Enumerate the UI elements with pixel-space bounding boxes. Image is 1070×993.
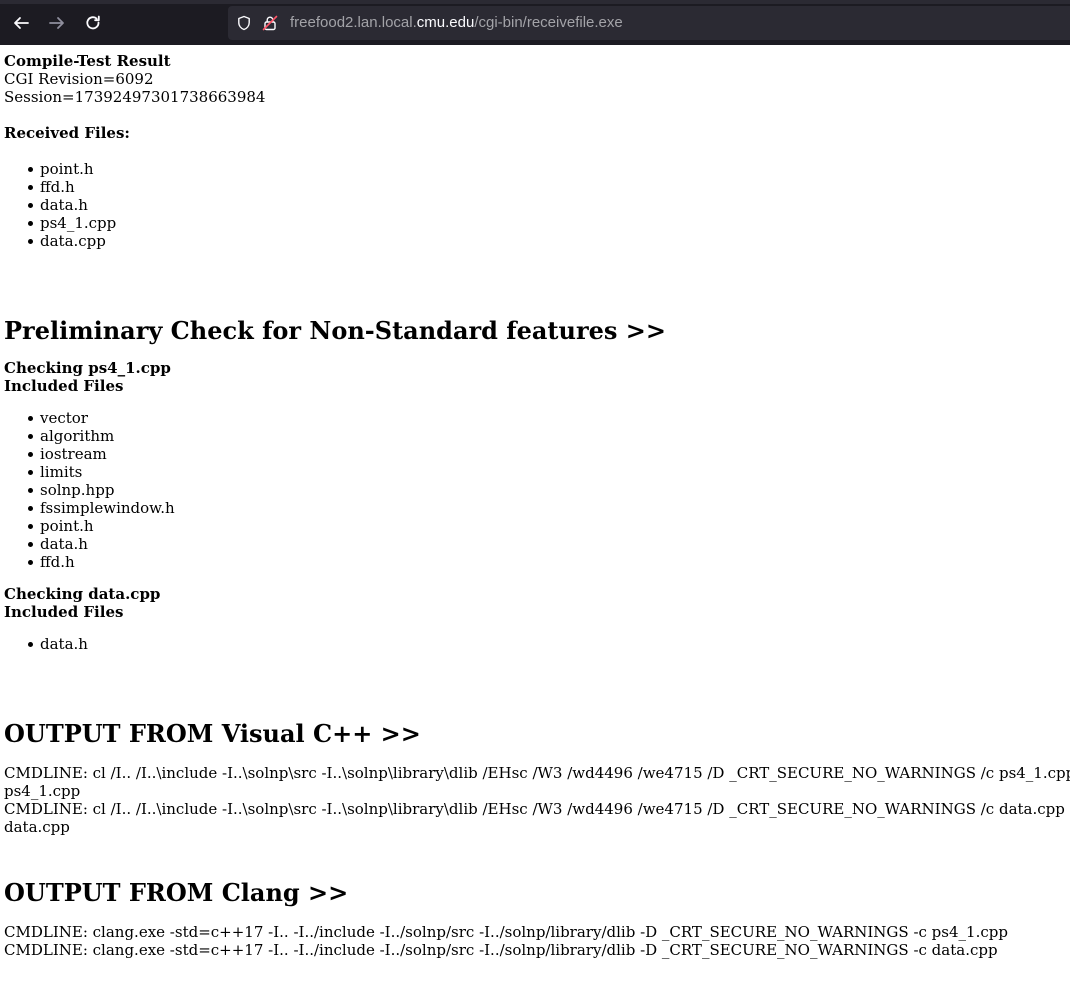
back-button[interactable]: [9, 11, 33, 35]
vc-output-line: ps4_1.cpp: [4, 782, 81, 800]
url-prefix: freefood2.lan.local.: [290, 14, 417, 31]
list-item: vector: [28, 409, 1066, 427]
vc-output-line: data.cpp: [4, 818, 70, 836]
page-title: Compile-Test Result: [4, 52, 171, 70]
insecure-lock-icon[interactable]: [262, 15, 278, 31]
check-title: Checking data.cpp: [4, 585, 161, 603]
included-files-label: Included Files: [4, 603, 124, 621]
forward-button[interactable]: [45, 11, 69, 35]
list-item: ffd.h: [28, 553, 1066, 571]
received-files-list: point.h ffd.h data.h ps4_1.cpp data.cpp: [4, 160, 1066, 250]
list-item: data.h: [28, 535, 1066, 553]
vc-output-line: CMDLINE: cl /I.. /I..\include -I..\solnp…: [4, 800, 1065, 818]
clang-output-line: CMDLINE: clang.exe -std=c++17 -I.. -I../…: [4, 941, 998, 959]
list-item: algorithm: [28, 427, 1066, 445]
reload-button[interactable]: [81, 11, 105, 35]
included-files-list: vector algorithm iostream limits solnp.h…: [4, 409, 1066, 571]
url-path: /cgi-bin/receivefile.exe: [474, 14, 623, 31]
vc-output-line: CMDLINE: cl /I.. /I..\include -I..\solnp…: [4, 764, 1070, 782]
visual-cpp-output-heading: OUTPUT FROM Visual C++ >>: [4, 719, 421, 748]
list-item: fssimplewindow.h: [28, 499, 1066, 517]
forward-arrow-icon: [49, 17, 64, 29]
list-item: solnp.hpp: [28, 481, 1066, 499]
list-item: limits: [28, 463, 1066, 481]
browser-toolbar: freefood2.lan.local.cmu.edu/cgi-bin/rece…: [0, 0, 1070, 45]
included-files-list: data.h: [4, 635, 1066, 653]
url-text[interactable]: freefood2.lan.local.cmu.edu/cgi-bin/rece…: [290, 14, 623, 32]
session-id: Session=17392497301738663984: [4, 88, 266, 106]
list-item: ffd.h: [28, 178, 1066, 196]
included-files-label: Included Files: [4, 377, 124, 395]
clang-output-heading: OUTPUT FROM Clang >>: [4, 878, 349, 907]
address-bar[interactable]: freefood2.lan.local.cmu.edu/cgi-bin/rece…: [228, 6, 1070, 40]
tab-strip-edge: [0, 0, 1070, 4]
list-item: iostream: [28, 445, 1066, 463]
shield-icon[interactable]: [236, 15, 252, 31]
reload-icon: [86, 15, 100, 30]
list-item: ps4_1.cpp: [28, 214, 1066, 232]
list-item: point.h: [28, 160, 1066, 178]
page-content: Compile-Test Result CGI Revision=6092 Se…: [4, 52, 1070, 959]
list-item: point.h: [28, 517, 1066, 535]
url-domain: cmu.edu: [416, 14, 475, 31]
received-files-heading: Received Files:: [4, 124, 130, 142]
check-title: Checking ps4_1.cpp: [4, 359, 171, 377]
list-item: data.h: [28, 635, 1066, 653]
list-item: data.cpp: [28, 232, 1066, 250]
list-item: data.h: [28, 196, 1066, 214]
preliminary-check-heading: Preliminary Check for Non-Standard featu…: [4, 316, 666, 345]
cgi-revision: CGI Revision=6092: [4, 70, 154, 88]
clang-output-line: CMDLINE: clang.exe -std=c++17 -I.. -I../…: [4, 923, 1008, 941]
back-arrow-icon: [14, 17, 29, 29]
